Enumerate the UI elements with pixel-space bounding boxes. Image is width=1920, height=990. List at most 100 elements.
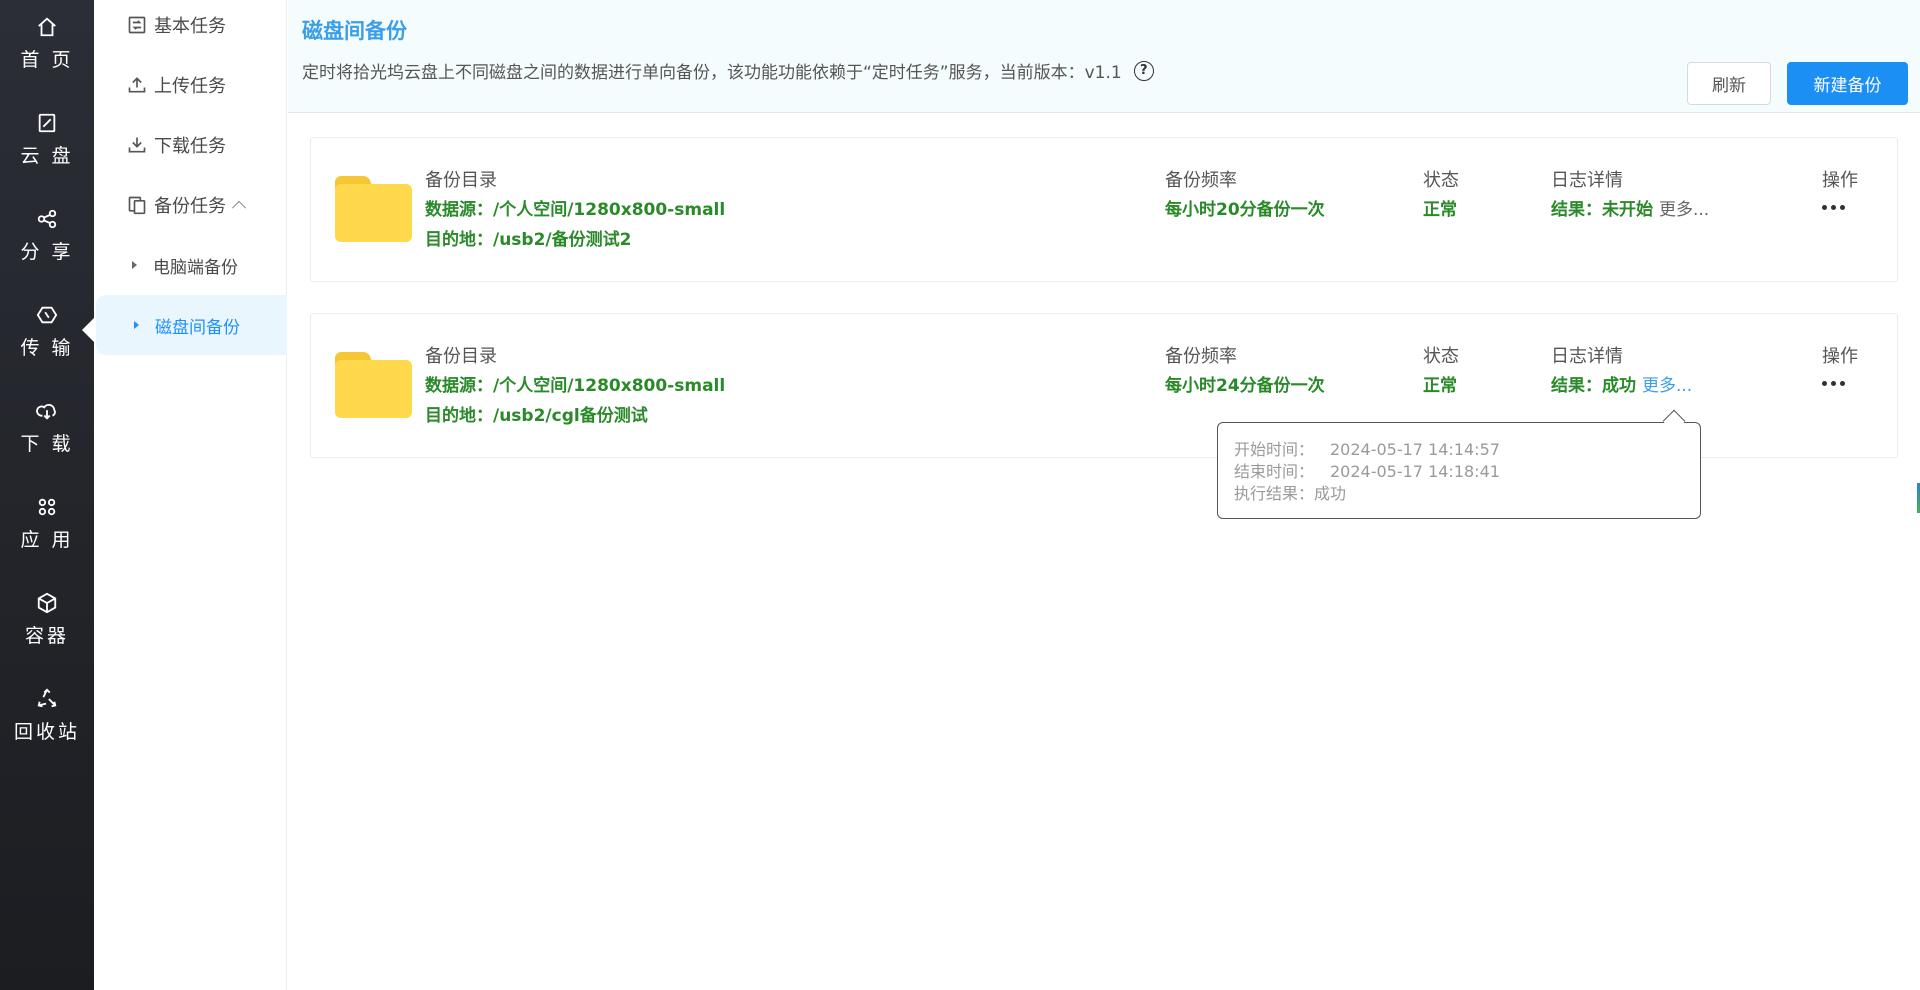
column-header-freq: 备份频率 <box>1165 170 1237 191</box>
subnav-basic-label: 基本任务 <box>154 16 226 37</box>
backup-task-card: 备份目录 数据源：/个人空间/1280x800-small 目的地：/usb2/… <box>310 137 1898 282</box>
nav-home-label: 首 页 <box>20 48 74 71</box>
subnav-disk-backup[interactable]: 磁盘间备份 <box>96 295 287 355</box>
nav-transfer-label: 传 输 <box>20 336 74 359</box>
help-icon[interactable]: ? <box>1133 60 1154 81</box>
column-header-status: 状态 <box>1423 346 1459 367</box>
log-more-link[interactable]: 更多... <box>1642 371 1692 396</box>
tooltip-start-row: 开始时间： 2024-05-17 14:14:57 <box>1234 439 1684 461</box>
nav-download-label: 下 载 <box>20 432 74 455</box>
nav-recycle[interactable]: 回收站 <box>0 680 94 750</box>
column-header-dir: 备份目录 <box>425 346 497 367</box>
download-icon <box>126 134 148 156</box>
upload-icon <box>126 74 148 96</box>
column-header-log: 日志详情 <box>1551 170 1623 191</box>
column-header-log: 日志详情 <box>1551 346 1623 367</box>
page-header: 磁盘间备份 定时将拾光坞云盘上不同磁盘之间的数据进行单向备份，该功能功能依赖于“… <box>288 0 1920 113</box>
nav-transfer[interactable]: 传 输 <box>0 296 94 366</box>
main-nav-rail: 首 页 云 盘 分 享 传 输 下 载 应 用 容器 回收站 <box>0 0 94 990</box>
column-header-status: 状态 <box>1423 170 1459 191</box>
column-header-freq: 备份频率 <box>1165 346 1237 367</box>
bullet-icon <box>132 261 137 269</box>
subnav-backup-tasks[interactable]: 备份任务 <box>94 175 287 235</box>
transfer-subnav: 基本任务 上传任务 下载任务 备份任务 电脑端备份 磁盘间备份 <box>94 0 287 990</box>
tooltip-start-value: 2024-05-17 14:14:57 <box>1330 440 1500 459</box>
tooltip-start-key: 开始时间： <box>1234 440 1315 459</box>
container-icon <box>35 591 59 615</box>
task-destination: 目的地：/usb2/备份测试2 <box>425 229 632 250</box>
tooltip-result-key: 执行结果： <box>1234 484 1315 503</box>
active-indicator <box>82 318 94 342</box>
task-result-text: 结果：未开始 <box>1551 199 1653 220</box>
more-actions-icon[interactable] <box>1822 368 1862 398</box>
dir-column: 备份目录 数据源：/个人空间/1280x800-small 目的地：/usb2/… <box>425 342 725 428</box>
backup-icon <box>126 194 148 216</box>
tooltip-result-value: 成功 <box>1314 484 1347 503</box>
nav-apps[interactable]: 应 用 <box>0 488 94 558</box>
nav-container-label: 容器 <box>24 624 69 647</box>
folder-icon <box>335 176 412 242</box>
log-detail-tooltip: 开始时间： 2024-05-17 14:14:57 结束时间： 2024-05-… <box>1217 422 1701 519</box>
task-source: 数据源：/个人空间/1280x800-small <box>425 375 726 396</box>
task-destination: 目的地：/usb2/cgl备份测试 <box>425 405 648 426</box>
nav-cloud-label: 云 盘 <box>20 144 74 167</box>
bullet-icon <box>134 321 139 329</box>
subnav-upload-tasks[interactable]: 上传任务 <box>94 55 287 115</box>
status-column: 状态 正常 <box>1423 342 1459 398</box>
page-title: 磁盘间备份 <box>302 19 407 43</box>
subnav-pc-backup[interactable]: 电脑端备份 <box>94 235 287 295</box>
column-header-dir: 备份目录 <box>425 170 497 191</box>
status-column: 状态 正常 <box>1423 166 1459 222</box>
nav-apps-label: 应 用 <box>20 528 74 551</box>
download-cloud-icon <box>35 399 59 423</box>
tooltip-end-value: 2024-05-17 14:18:41 <box>1330 462 1500 481</box>
freq-column: 备份频率 每小时20分备份一次 <box>1165 166 1325 222</box>
task-source: 数据源：/个人空间/1280x800-small <box>425 199 726 220</box>
subnav-disk-backup-label: 磁盘间备份 <box>155 317 240 338</box>
home-icon <box>35 15 59 39</box>
ops-column: 操作 <box>1822 342 1862 398</box>
refresh-button[interactable]: 刷新 <box>1687 62 1771 105</box>
subnav-download-tasks[interactable]: 下载任务 <box>94 115 287 175</box>
nav-home[interactable]: 首 页 <box>0 8 94 78</box>
transfer-icon <box>35 303 59 327</box>
chevron-up-icon <box>231 200 247 215</box>
share-icon <box>35 207 59 231</box>
nav-share[interactable]: 分 享 <box>0 200 94 270</box>
nav-share-label: 分 享 <box>20 240 74 263</box>
column-header-ops: 操作 <box>1822 170 1858 191</box>
subnav-pc-backup-label: 电脑端备份 <box>153 257 238 278</box>
subnav-basic-tasks[interactable]: 基本任务 <box>94 0 287 55</box>
page-description: 定时将拾光坞云盘上不同磁盘之间的数据进行单向备份，该功能功能依赖于“定时任务”服… <box>302 58 1154 83</box>
tooltip-result-row: 执行结果： 成功 <box>1234 483 1684 505</box>
nav-download[interactable]: 下 载 <box>0 392 94 462</box>
task-status: 正常 <box>1423 375 1457 396</box>
log-more-link[interactable]: 更多... <box>1659 195 1709 220</box>
log-column: 日志详情 结果：成功 更多... <box>1551 342 1692 398</box>
cloud-disk-icon <box>35 111 59 135</box>
recycle-icon <box>35 687 59 711</box>
subnav-backup-label: 备份任务 <box>154 196 226 217</box>
tooltip-end-row: 结束时间： 2024-05-17 14:18:41 <box>1234 461 1684 483</box>
more-actions-icon[interactable] <box>1822 192 1862 222</box>
task-frequency: 每小时20分备份一次 <box>1165 199 1325 220</box>
subnav-upload-label: 上传任务 <box>154 76 226 97</box>
task-result: 结果：未开始 更多... <box>1551 192 1709 222</box>
log-column: 日志详情 结果：未开始 更多... <box>1551 166 1709 222</box>
ops-column: 操作 <box>1822 166 1862 222</box>
nav-cloud-disk[interactable]: 云 盘 <box>0 104 94 174</box>
new-backup-button[interactable]: 新建备份 <box>1787 62 1908 105</box>
freq-column: 备份频率 每小时24分备份一次 <box>1165 342 1325 398</box>
task-result-text: 结果：成功 <box>1551 375 1636 396</box>
basic-task-icon <box>126 14 148 36</box>
tooltip-end-key: 结束时间： <box>1234 462 1315 481</box>
apps-icon <box>35 495 59 519</box>
column-header-ops: 操作 <box>1822 346 1858 367</box>
dir-column: 备份目录 数据源：/个人空间/1280x800-small 目的地：/usb2/… <box>425 166 725 252</box>
folder-icon <box>335 352 412 418</box>
nav-container[interactable]: 容器 <box>0 584 94 654</box>
description-text: 定时将拾光坞云盘上不同磁盘之间的数据进行单向备份，该功能功能依赖于“定时任务”服… <box>302 63 1122 83</box>
subnav-download-label: 下载任务 <box>154 136 226 157</box>
task-result: 结果：成功 更多... <box>1551 368 1692 398</box>
task-status: 正常 <box>1423 199 1457 220</box>
